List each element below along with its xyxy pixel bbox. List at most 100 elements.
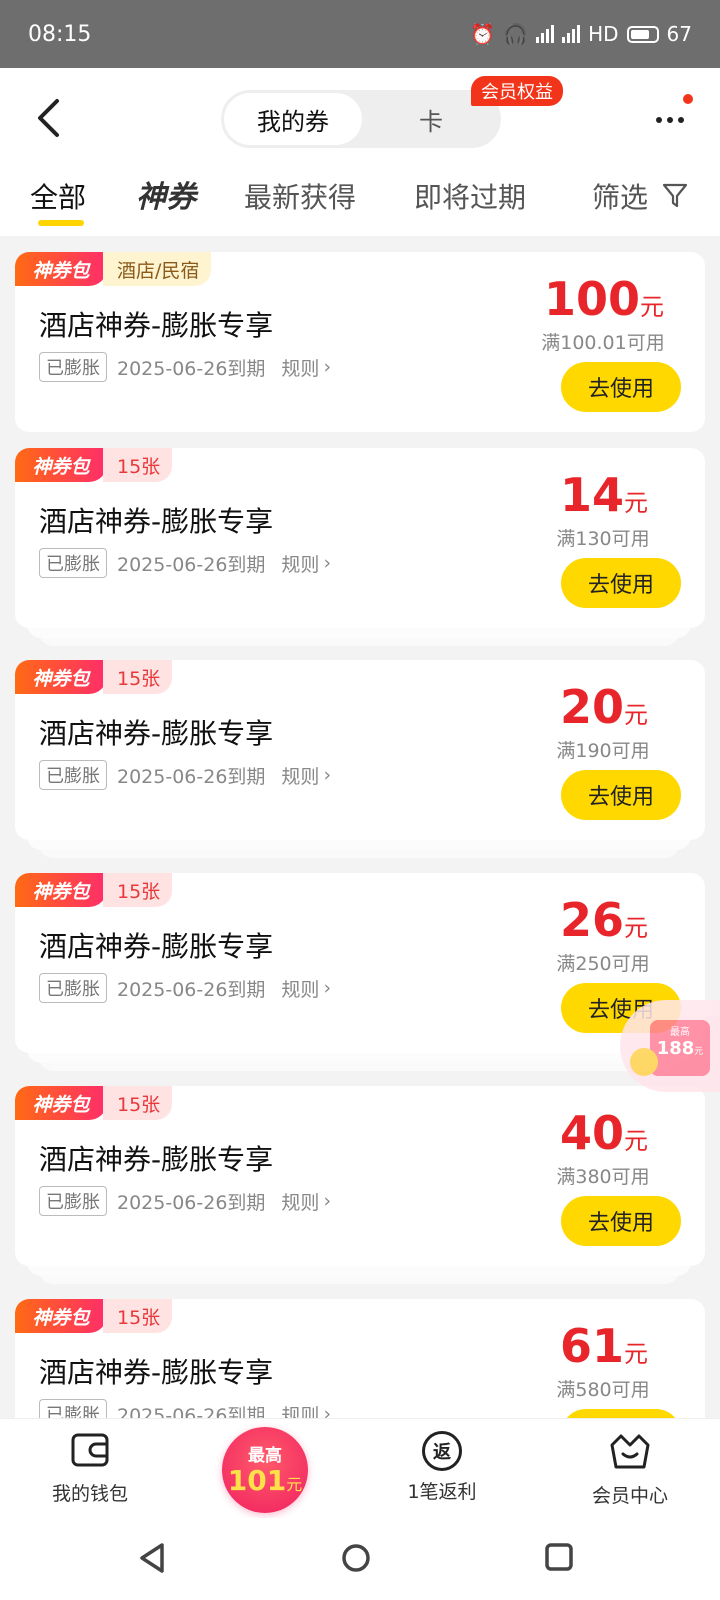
coupon-count-tag: 15张	[103, 448, 173, 482]
status-bar: 08:15 ⏰ 🎧 HD 67	[0, 0, 720, 68]
coupon-meta: 已膨胀 2025-06-26到期 规则 ›	[39, 548, 331, 578]
gift-icon	[630, 1048, 658, 1076]
battery-level: 67	[666, 22, 692, 46]
nav-rebate[interactable]: 返 1笔返利	[372, 1431, 512, 1504]
coupon-item: 神券包 酒店/民宿 酒店神券-膨胀专享 已膨胀 2025-06-26到期 规则 ›…	[15, 252, 705, 434]
coupon-count-tag: 15张	[103, 1086, 173, 1120]
coupon-title: 酒店神券-膨胀专享	[39, 1356, 274, 1389]
filter-icon[interactable]	[662, 182, 688, 210]
nav-promo-badge[interactable]: 最高 101元	[222, 1427, 308, 1513]
coupon-list: 神券包 酒店/民宿 酒店神券-膨胀专享 已膨胀 2025-06-26到期 规则 ›…	[0, 236, 720, 1446]
coupon-expiry: 2025-06-26到期	[117, 978, 266, 1001]
chevron-right-icon: ›	[323, 356, 332, 378]
coupon-amount: 100元	[543, 272, 665, 326]
coupon-meta: 已膨胀 2025-06-26到期 规则 ›	[39, 973, 331, 1003]
coupon-expiry: 2025-06-26到期	[117, 1191, 266, 1214]
coupon-condition: 满190可用	[556, 740, 650, 762]
coupon-amount: 20元	[559, 680, 648, 734]
signal-icon	[536, 25, 555, 43]
tab-newest[interactable]: 最新获得	[244, 176, 356, 216]
coupon-item: 神券包 15张 酒店神券-膨胀专享 已膨胀 2025-06-26到期 规则 › 2…	[15, 873, 705, 1073]
coupon-condition: 满100.01可用	[541, 332, 665, 354]
coupon-pack-tag: 神券包	[15, 1086, 107, 1120]
inflated-badge: 已膨胀	[39, 760, 107, 790]
system-recents-icon[interactable]	[544, 1542, 574, 1572]
coupon-category-tag: 酒店/民宿	[103, 252, 212, 286]
coupon-pack-tag: 神券包	[15, 873, 107, 907]
coupon-title: 酒店神券-膨胀专享	[39, 717, 274, 750]
chevron-right-icon: ›	[323, 552, 332, 574]
coupon-amount: 61元	[559, 1319, 648, 1373]
coupon-expiry: 2025-06-26到期	[117, 553, 266, 576]
status-time: 08:15	[28, 21, 92, 47]
rules-link[interactable]: 规则 ›	[281, 1188, 331, 1215]
tab-all[interactable]: 全部	[30, 176, 86, 216]
inflated-badge: 已膨胀	[39, 973, 107, 1003]
crown-basket-icon	[610, 1434, 650, 1469]
system-back-icon[interactable]	[138, 1542, 166, 1574]
coupon-meta: 已膨胀 2025-06-26到期 规则 ›	[39, 1186, 331, 1216]
tab-expiring[interactable]: 即将过期	[414, 176, 526, 216]
use-coupon-button[interactable]: 去使用	[561, 558, 681, 608]
coupon-title: 酒店神券-膨胀专享	[39, 309, 274, 342]
signal-icon-2	[562, 25, 581, 43]
coupon-card[interactable]: 神券包 酒店/民宿 酒店神券-膨胀专享 已膨胀 2025-06-26到期 规则 ›…	[15, 252, 705, 432]
member-benefits-badge[interactable]: 会员权益	[471, 76, 563, 106]
header: 我的券 卡 会员权益 全部 神券 最新获得 即将过期 筛选	[0, 68, 720, 236]
use-coupon-button[interactable]: 去使用	[561, 362, 681, 412]
alarm-icon: ⏰	[470, 22, 496, 46]
coupon-card[interactable]: 神券包 15张 酒店神券-膨胀专享 已膨胀 2025-06-26到期 规则 › 2…	[15, 660, 705, 840]
use-coupon-button[interactable]: 去使用	[561, 1196, 681, 1246]
use-coupon-button[interactable]: 去使用	[561, 770, 681, 820]
segment-control: 我的券 卡	[221, 90, 501, 148]
coupon-amount: 26元	[559, 893, 648, 947]
nav-member-center[interactable]: 会员中心	[560, 1431, 700, 1508]
tab-filter[interactable]: 筛选	[592, 176, 648, 216]
coupon-card[interactable]: 神券包 15张 酒店神券-膨胀专享 已膨胀 2025-06-26到期 规则 › 4…	[15, 1086, 705, 1266]
rules-link[interactable]: 规则 ›	[281, 354, 331, 381]
notification-dot	[683, 94, 693, 104]
inflated-badge: 已膨胀	[39, 352, 107, 382]
floating-promo[interactable]: 最高 188元	[620, 1000, 720, 1092]
coupon-count-tag: 15张	[103, 1299, 173, 1333]
coupon-amount: 40元	[559, 1106, 648, 1160]
coupon-pack-tag: 神券包	[15, 660, 107, 694]
rules-link[interactable]: 规则 ›	[281, 762, 331, 789]
more-button[interactable]	[650, 108, 690, 132]
back-button[interactable]	[28, 96, 68, 140]
chevron-left-icon	[38, 99, 59, 137]
filter-tabs: 全部 神券 最新获得 即将过期 筛选	[0, 168, 720, 228]
bottom-nav: 我的钱包 最高 101元 返 1笔返利 会员中心	[0, 1418, 720, 1518]
coupon-pack-tag: 神券包	[15, 448, 107, 482]
coupon-condition: 满380可用	[556, 1166, 650, 1188]
system-home-icon[interactable]	[340, 1542, 372, 1574]
coupon-pack-tag: 神券包	[15, 252, 107, 286]
rules-link[interactable]: 规则 ›	[281, 550, 331, 577]
tab-shen-coupon[interactable]: 神券	[136, 172, 196, 216]
coupon-card[interactable]: 神券包 15张 酒店神券-膨胀专享 已膨胀 2025-06-26到期 规则 › 1…	[15, 448, 705, 628]
floating-promo-card: 最高 188元	[650, 1020, 710, 1076]
coupon-title: 酒店神券-膨胀专享	[39, 930, 274, 963]
segment-my-coupons[interactable]: 我的券	[224, 93, 362, 145]
headphone-icon: 🎧	[503, 22, 529, 46]
more-dot-icon	[656, 117, 662, 123]
coupon-count-tag: 15张	[103, 873, 173, 907]
rebate-icon: 返	[422, 1431, 462, 1471]
network-type: HD	[588, 22, 619, 46]
wallet-icon	[71, 1433, 109, 1467]
status-icons: ⏰ 🎧 HD 67	[470, 22, 692, 46]
chevron-right-icon: ›	[323, 1190, 332, 1212]
coupon-condition: 满580可用	[556, 1379, 650, 1401]
coupon-item: 神券包 15张 酒店神券-膨胀专享 已膨胀 2025-06-26到期 规则 › 1…	[15, 448, 705, 648]
coupon-title: 酒店神券-膨胀专享	[39, 1143, 274, 1176]
coupon-card[interactable]: 神券包 15张 酒店神券-膨胀专享 已膨胀 2025-06-26到期 规则 › 2…	[15, 873, 705, 1053]
nav-wallet[interactable]: 我的钱包	[20, 1431, 160, 1506]
coupon-expiry: 2025-06-26到期	[117, 357, 266, 380]
coupon-amount: 14元	[559, 468, 648, 522]
coupon-title: 酒店神券-膨胀专享	[39, 505, 274, 538]
inflated-badge: 已膨胀	[39, 548, 107, 578]
rules-link[interactable]: 规则 ›	[281, 975, 331, 1002]
coupon-pack-tag: 神券包	[15, 1299, 107, 1333]
coupon-count-tag: 15张	[103, 660, 173, 694]
coupon-item: 神券包 15张 酒店神券-膨胀专享 已膨胀 2025-06-26到期 规则 › 2…	[15, 660, 705, 860]
